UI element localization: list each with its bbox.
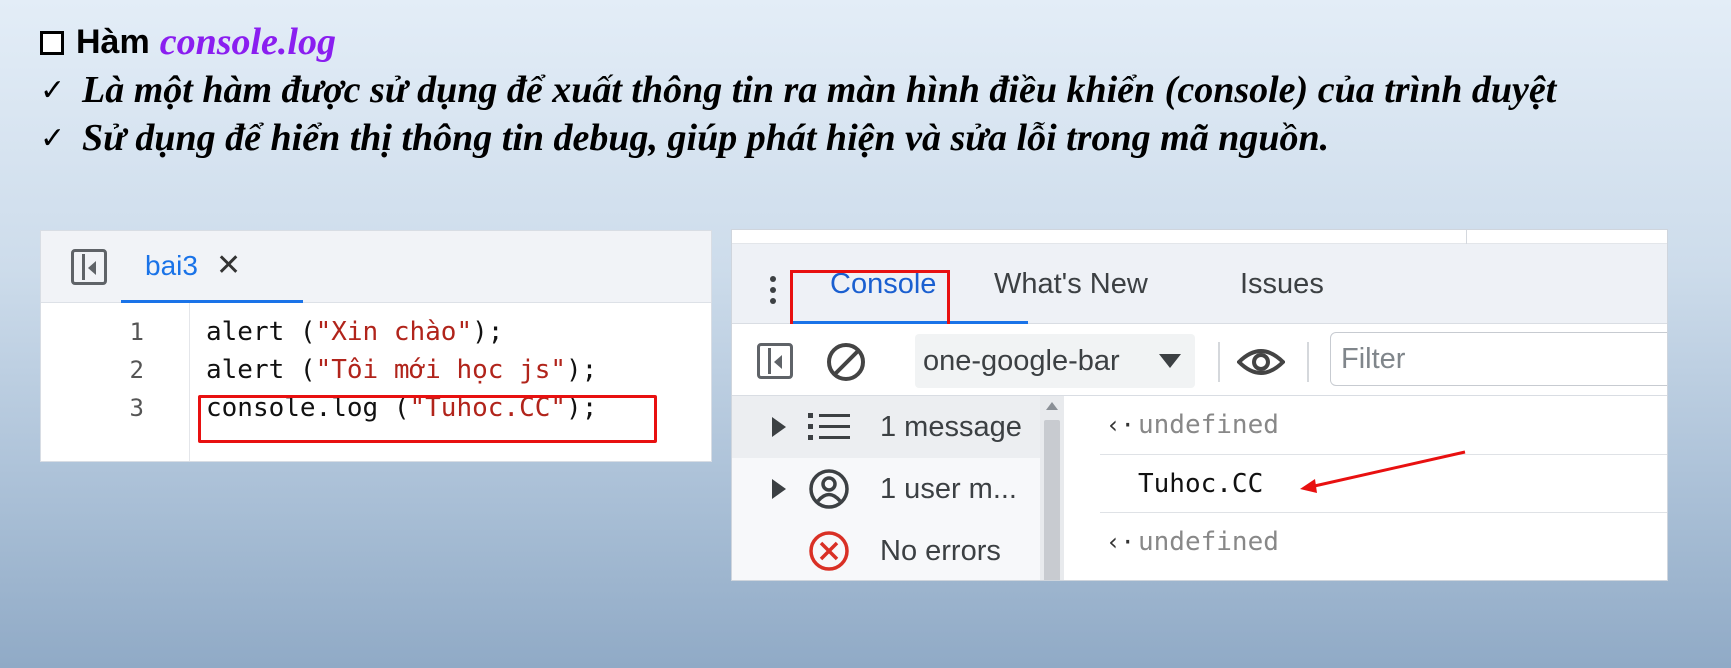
bullet-point: ✓ Sử dụng để hiển thị thông tin debug, g… [40, 114, 1556, 162]
code-text: alert ("Xin chào"); [206, 317, 503, 347]
check-icon: ✓ [40, 120, 66, 156]
code-string: "Tôi mới học js" [315, 355, 567, 385]
close-icon[interactable]: ✕ [216, 248, 241, 283]
devtools-panel: Console What's New Issues one-google-bar [731, 229, 1668, 581]
code-string: "Xin chào" [315, 317, 473, 347]
code-line: 2 alert ("Tôi mới học js"); [41, 351, 598, 389]
code-editor-panel: bai3 ✕ 1 alert ("Xin chào"); 2 alert ("T… [40, 230, 712, 462]
annotation-arrow-icon [1300, 450, 1466, 493]
line-number: 1 [129, 318, 144, 346]
bullet-point: ✓ Là một hàm được sử dụng để xuất thông … [40, 66, 1556, 114]
bullet-text: Là một hàm được sử dụng để xuất thông ti… [82, 69, 1557, 111]
code-highlight-box [198, 395, 657, 443]
code-area[interactable]: 1 alert ("Xin chào"); 2 alert ("Tôi mới … [41, 303, 711, 461]
gutter-divider [189, 303, 190, 461]
line-number: 2 [129, 356, 144, 384]
code-end: ); [566, 355, 598, 385]
file-tab-label: bai3 [145, 249, 198, 281]
check-icon: ✓ [40, 72, 66, 108]
code-call: alert ( [206, 355, 316, 385]
slide-heading: Hàm console.log [40, 18, 1556, 66]
heading-function-name: console.log [159, 21, 336, 63]
code-text: alert ("Tôi mới học js"); [206, 355, 597, 385]
editor-tab-bar: bai3 ✕ [41, 231, 711, 303]
code-call: alert ( [206, 317, 316, 347]
square-bullet-icon [40, 31, 64, 55]
file-tab-bai3[interactable]: bai3 ✕ [121, 231, 303, 303]
code-line: 3 console.log ("Tuhoc.CC"); [41, 389, 598, 427]
line-number: 3 [129, 394, 144, 422]
slide-text: Hàm console.log ✓ Là một hàm được sử dụn… [40, 18, 1556, 162]
code-line: 1 alert ("Xin chào"); [41, 313, 504, 351]
code-end: ); [472, 317, 504, 347]
heading-word: Hàm [76, 22, 150, 61]
sidebar-toggle-icon[interactable] [71, 249, 107, 285]
bullet-text: Sử dụng để hiển thị thông tin debug, giú… [82, 117, 1330, 159]
